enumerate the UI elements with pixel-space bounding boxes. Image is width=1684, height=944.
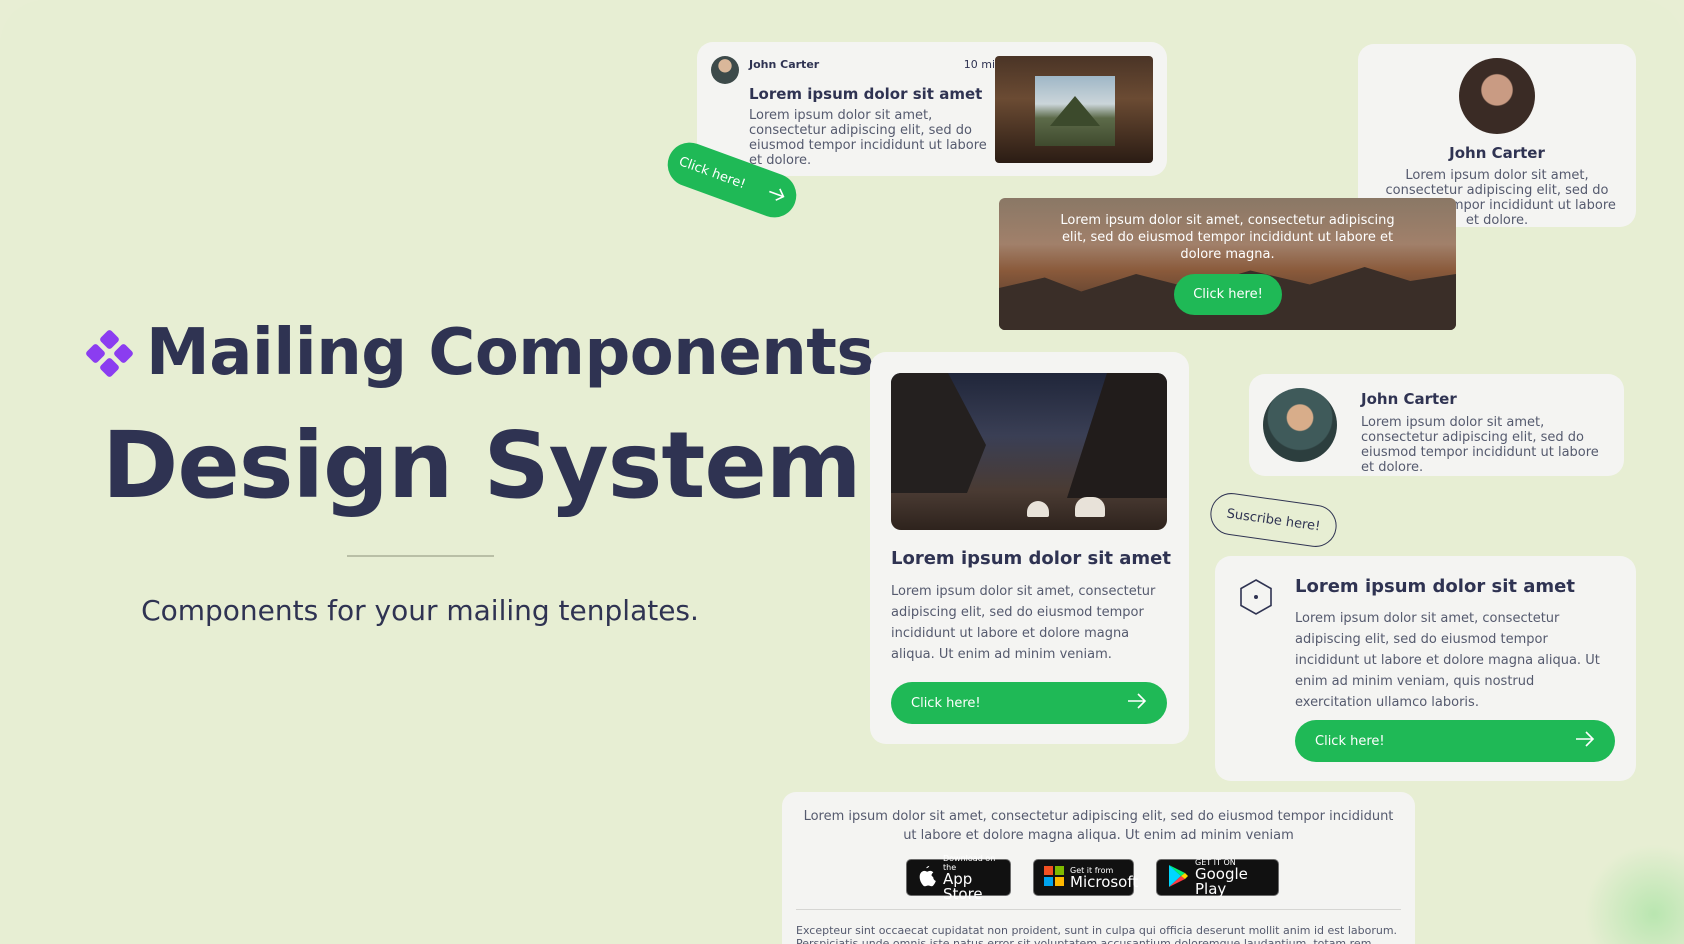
hero-title: Mailing Components (146, 316, 874, 390)
button-label: Click here! (911, 695, 981, 711)
badge-big-text: App Store (943, 869, 983, 903)
card-body: Lorem ipsum dolor sit amet, consectetur … (749, 108, 987, 168)
arrow-right-icon (1575, 731, 1595, 751)
microsoft-badge[interactable]: Get it from Microsoft (1033, 859, 1138, 896)
hero-subtitle: Design System (102, 412, 862, 519)
hero-tagline: Components for your mailing tenplates. (141, 594, 699, 627)
google-play-icon (1167, 864, 1189, 892)
card-title: Lorem ipsum dolor sit amet (891, 548, 1171, 569)
hero-title-row: Mailing Components (84, 316, 874, 390)
hexagon-icon (1237, 578, 1275, 616)
divider (796, 909, 1401, 910)
arrow-right-icon (1127, 693, 1147, 713)
icon-card: Lorem ipsum dolor sit amet Lorem ipsum d… (1215, 556, 1636, 781)
avatar (711, 56, 739, 84)
badge-big-text: Google Play (1195, 865, 1248, 898)
banner-card: Lorem ipsum dolor sit amet, consectetur … (999, 198, 1456, 330)
news-card: John Carter 10 min Lorem ipsum dolor sit… (697, 42, 1167, 176)
card-title: Lorem ipsum dolor sit amet (749, 85, 983, 103)
divider (347, 555, 494, 557)
footer-body: Lorem ipsum dolor sit amet, consectetur … (803, 809, 1394, 843)
store-badges: Download on the App Store Get it from Mi… (906, 854, 1279, 901)
button-label: Click here! (676, 153, 748, 192)
author-name: John Carter (749, 58, 820, 71)
profile-row-card: John Carter Lorem ipsum dolor sit amet, … (1249, 374, 1624, 476)
banner-text: Lorem ipsum dolor sit amet, consectetur … (1060, 213, 1395, 262)
profile-name: John Carter (1449, 144, 1545, 162)
profile-body: Lorem ipsum dolor sit amet, consectetur … (1361, 415, 1599, 475)
apple-icon (917, 865, 937, 891)
google-play-badge[interactable]: GET IT ON Google Play (1156, 858, 1279, 898)
card-title: Lorem ipsum dolor sit amet (1295, 576, 1575, 597)
microsoft-icon (1044, 865, 1064, 890)
logo-icon (84, 328, 135, 379)
card-image (891, 373, 1167, 530)
arrow-right-icon (764, 184, 787, 207)
footer-card: Lorem ipsum dolor sit amet, consectetur … (782, 792, 1415, 944)
fine-print: Excepteur sint occaecat cupidatat non pr… (796, 924, 1398, 944)
app-store-badge[interactable]: Download on the App Store (906, 854, 1011, 901)
avatar (1263, 388, 1337, 462)
card-image (995, 56, 1153, 163)
button-label: Click here! (1315, 733, 1385, 749)
canvas: Mailing Components Design System Compone… (0, 0, 1684, 944)
subscribe-button[interactable]: Suscribe here! (1207, 490, 1340, 550)
banner-button[interactable]: Click here! (1174, 274, 1282, 315)
profile-name: John Carter (1361, 390, 1457, 408)
card-body: Lorem ipsum dolor sit amet, consectetur … (891, 584, 1156, 662)
corner-glow (1584, 844, 1684, 944)
card-body: Lorem ipsum dolor sit amet, consectetur … (1295, 611, 1600, 710)
badge-big-text: Microsoft (1070, 872, 1139, 891)
image-card: Lorem ipsum dolor sit amet Lorem ipsum d… (870, 352, 1189, 744)
card-button[interactable]: Click here! (891, 682, 1167, 724)
badge-small-text: Download on the (943, 853, 996, 872)
card-button[interactable]: Click here! (1295, 720, 1615, 762)
avatar (1459, 58, 1535, 134)
